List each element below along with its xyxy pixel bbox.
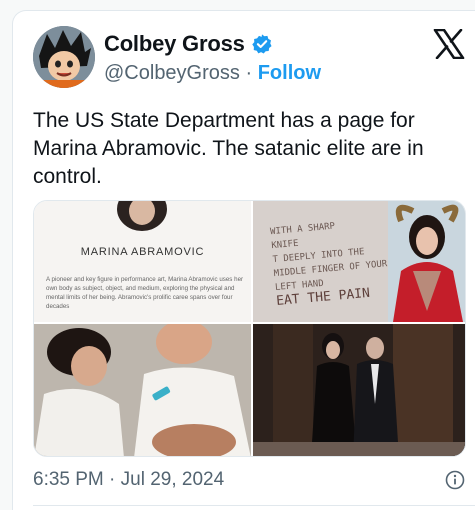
media-tile-couple-photo[interactable] bbox=[253, 324, 465, 456]
media-tile-wall-text[interactable]: WITH A SHARP KNIFE T DEEPLY INTO THE MID… bbox=[253, 201, 465, 322]
author-handle-row: @ColbeyGross · Follow bbox=[104, 62, 321, 85]
tweet-timestamp[interactable]: 6:35 PM · Jul 29, 2024 bbox=[33, 469, 224, 491]
portrait-photo-icon bbox=[117, 201, 167, 231]
avatar[interactable] bbox=[33, 26, 95, 88]
page-title: MARINA ABRAMOVIC bbox=[80, 246, 205, 258]
media-tile-webpage[interactable]: MARINA ABRAMOVIC A pioneer and key figur… bbox=[34, 201, 251, 322]
author-handle[interactable]: @ColbeyGross bbox=[104, 62, 240, 84]
tweet-text: The US State Department has a page for M… bbox=[33, 109, 424, 188]
tweet-card: Colbey Gross @ColbeyGross · Follow The U… bbox=[12, 10, 475, 510]
page-body-text: A pioneer and key figure in performance … bbox=[46, 276, 244, 310]
separator-dot: · bbox=[245, 62, 253, 84]
performance-photo-icon bbox=[34, 324, 251, 456]
info-icon[interactable] bbox=[445, 470, 465, 490]
follow-button[interactable]: Follow bbox=[258, 62, 321, 84]
cartoon-avatar-icon bbox=[33, 26, 95, 88]
wall-handwriting: WITH A SHARP KNIFE T DEEPLY INTO THE MID… bbox=[270, 213, 417, 309]
divider bbox=[33, 505, 475, 506]
author-name[interactable]: Colbey Gross bbox=[104, 31, 245, 57]
couple-photo-icon bbox=[253, 324, 465, 456]
media-tile-performance-photo[interactable] bbox=[34, 324, 251, 456]
author-name-row: Colbey Gross bbox=[104, 31, 273, 57]
x-logo-icon[interactable] bbox=[433, 29, 465, 59]
media-grid[interactable]: MARINA ABRAMOVIC A pioneer and key figur… bbox=[33, 200, 466, 457]
verified-badge-icon bbox=[251, 34, 272, 54]
